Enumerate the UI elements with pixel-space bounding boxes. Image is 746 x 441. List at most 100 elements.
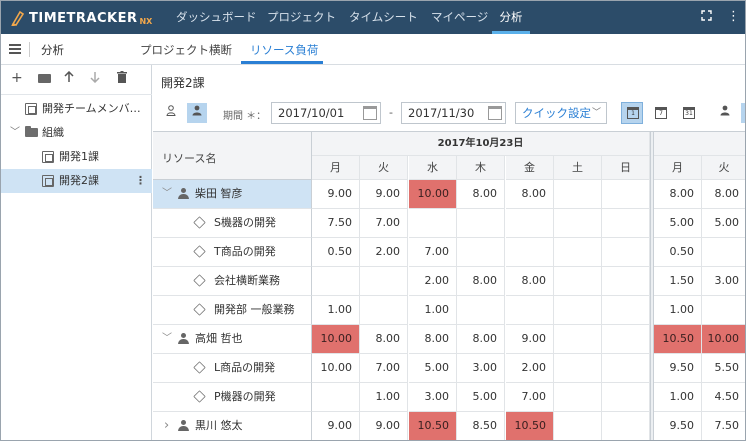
tab-cross-project[interactable]: プロジェクト横断 [140,42,232,58]
quick-setting-dropdown[interactable]: クイック設定 ﹀ [515,102,607,124]
load-cell[interactable]: 8.00 [654,180,702,209]
load-cell[interactable]: 5.50 [702,354,745,383]
load-cell[interactable] [602,296,650,325]
load-cell[interactable]: 8.00 [409,325,457,354]
load-cell[interactable]: 5.00 [702,209,745,238]
load-cell[interactable]: 9.00 [360,412,408,440]
more-menu-icon[interactable]: ⋮ [727,9,740,24]
resource-row-person[interactable]: ﹀ 柴田 智彦 [153,180,312,209]
load-cell[interactable]: 9.50 [654,354,702,383]
resource-row-project[interactable]: L商品の開発 [153,354,312,383]
end-date-input[interactable]: 2017/11/30 [401,102,506,124]
load-cell[interactable]: 1.00 [654,296,702,325]
load-cell[interactable] [602,267,650,296]
resource-row-project[interactable]: 開発部 一般業務 [153,296,312,325]
load-cell[interactable] [602,354,650,383]
load-cell-overloaded[interactable]: 10.00 [312,325,360,354]
load-cell-overloaded[interactable]: 10.50 [409,412,457,440]
resource-row-person[interactable]: › 黒川 悠太 [153,412,312,440]
load-cell[interactable] [360,296,408,325]
load-cell[interactable] [506,238,554,267]
trash-icon[interactable] [117,71,127,86]
load-cell[interactable]: 9.00 [360,180,408,209]
load-cell[interactable] [554,412,602,440]
load-cell[interactable]: 7.50 [702,412,745,440]
month-view-button[interactable]: 31 [677,102,699,124]
load-cell[interactable] [602,180,650,209]
load-cell[interactable]: 7.00 [360,354,408,383]
load-cell[interactable]: 10.00 [312,354,360,383]
load-cell[interactable]: 9.00 [312,180,360,209]
start-date-input[interactable]: 2017/10/01 [271,102,381,124]
load-cell[interactable]: 9.00 [506,325,554,354]
load-cell[interactable]: 7.00 [506,383,554,412]
load-cell[interactable] [554,238,602,267]
load-cell[interactable] [554,267,602,296]
load-cell[interactable] [554,325,602,354]
kebab-menu-icon[interactable]: ⋮ [135,169,146,193]
load-cell[interactable] [602,209,650,238]
load-cell[interactable]: 5.00 [409,354,457,383]
nav-dashboard[interactable]: ダッシュボード [176,1,257,34]
resource-row-project[interactable]: 会社横断業務 [153,267,312,296]
resource-row-project[interactable]: T商品の開発 [153,238,312,267]
load-cell[interactable]: 5.00 [654,209,702,238]
folder-icon[interactable] [38,74,51,83]
load-cell[interactable] [602,383,650,412]
person-icon[interactable] [715,103,735,123]
fullscreen-icon[interactable] [701,10,712,24]
app-logo[interactable]: TIMETRACKER NX [11,8,152,28]
tree-item-dev-section-2[interactable]: 開発2課 ⋮ [1,169,152,193]
nav-timesheet[interactable]: タイムシート [349,1,418,34]
load-cell[interactable] [702,296,745,325]
load-cell[interactable] [457,296,505,325]
load-cell[interactable] [554,209,602,238]
load-cell[interactable]: 1.00 [312,296,360,325]
load-cell[interactable]: 9.50 [654,412,702,440]
tab-resource-load[interactable]: リソース負荷 [250,42,318,58]
nav-project[interactable]: プロジェクト [267,1,336,34]
load-cell[interactable]: 8.00 [457,325,505,354]
resource-row-person[interactable]: ﹀ 高畑 哲也 [153,325,312,354]
calendar-icon[interactable] [363,106,377,120]
load-cell[interactable]: 2.00 [409,267,457,296]
load-cell[interactable] [602,238,650,267]
load-cell[interactable] [602,412,650,440]
load-cell[interactable] [554,383,602,412]
load-cell[interactable]: 9.00 [312,412,360,440]
load-cell[interactable]: 3.00 [702,267,745,296]
load-cell[interactable]: 2.00 [360,238,408,267]
chevron-down-icon[interactable]: ﹀ [162,180,172,208]
person-outline-icon[interactable] [161,103,181,123]
load-cell[interactable]: 7.50 [312,209,360,238]
load-cell[interactable] [312,267,360,296]
resource-row-project[interactable]: S機器の開発 [153,209,312,238]
load-cell[interactable] [554,354,602,383]
load-cell-overloaded[interactable]: 10.50 [654,325,702,354]
tree-item-dev-section-1[interactable]: 開発1課 [1,145,152,169]
person-toggle-button[interactable] [741,103,745,123]
load-cell[interactable] [702,238,745,267]
load-cell[interactable]: 1.50 [654,267,702,296]
load-cell[interactable]: 3.00 [457,354,505,383]
tree-item-organization[interactable]: ﹀ 組織 [1,121,152,145]
nav-analysis[interactable]: 分析 [492,1,530,34]
chevron-right-icon[interactable]: › [164,412,169,440]
load-cell[interactable]: 0.50 [312,238,360,267]
load-cell[interactable]: 8.00 [702,180,745,209]
load-cell[interactable]: 8.50 [457,412,505,440]
load-cell[interactable]: 8.00 [457,267,505,296]
load-cell[interactable] [506,209,554,238]
load-cell[interactable]: 1.00 [360,383,408,412]
load-cell[interactable]: 2.00 [506,354,554,383]
load-cell-overloaded[interactable]: 10.00 [702,325,745,354]
load-cell[interactable] [506,296,554,325]
load-cell[interactable] [457,238,505,267]
load-cell[interactable]: 4.50 [702,383,745,412]
load-cell[interactable]: 7.00 [360,209,408,238]
chevron-down-icon[interactable]: ﹀ [10,121,20,145]
load-cell-overloaded[interactable]: 10.50 [506,412,554,440]
load-cell[interactable]: 1.00 [409,296,457,325]
load-cell[interactable] [360,267,408,296]
chevron-down-icon[interactable]: ﹀ [162,325,172,353]
